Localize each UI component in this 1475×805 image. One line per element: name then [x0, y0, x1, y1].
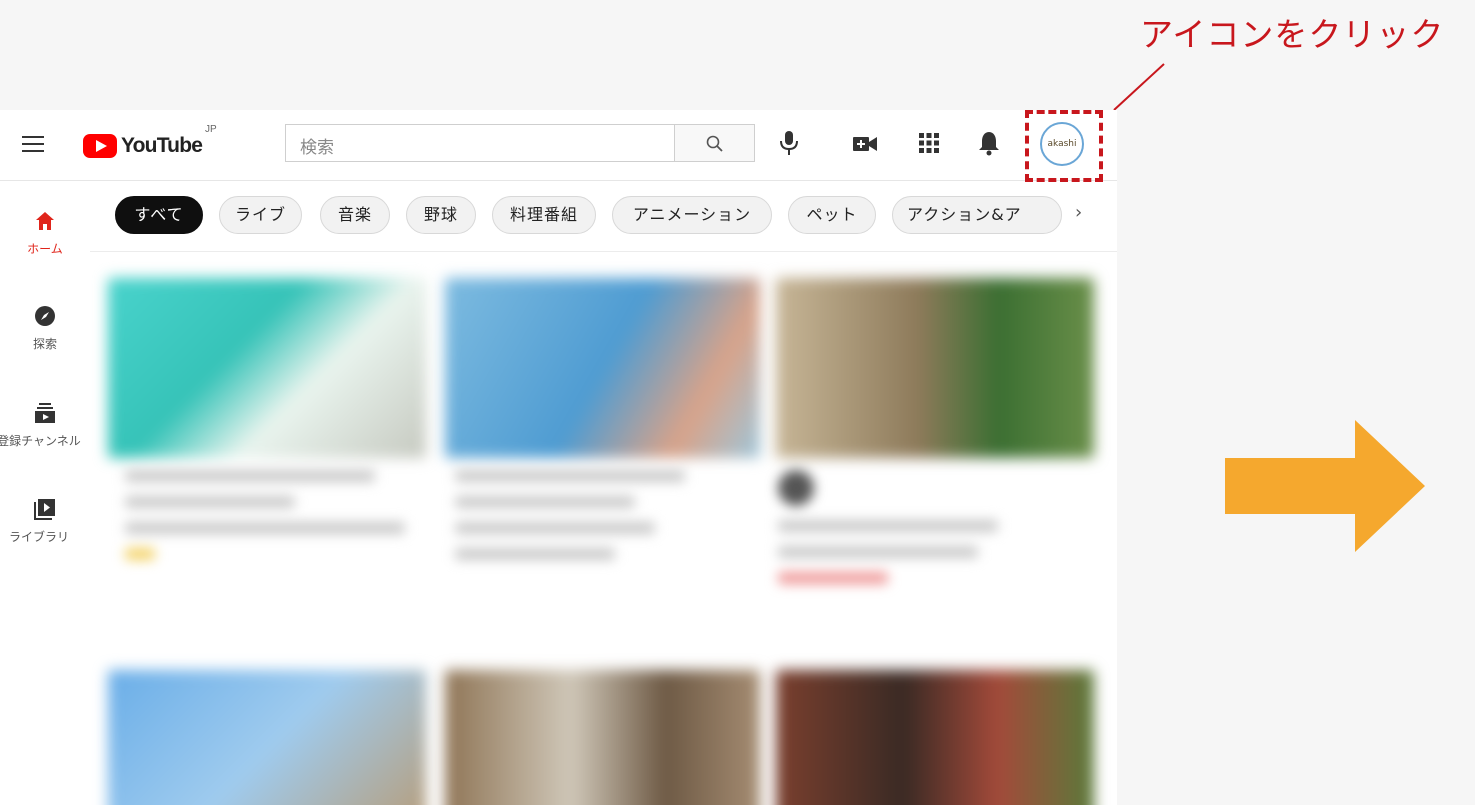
video-thumbnail[interactable] — [776, 670, 1094, 805]
chip-music[interactable]: 音楽 — [320, 196, 390, 234]
video-metadata-blurred — [455, 470, 745, 574]
sidebar-item-explore[interactable]: 探索 — [0, 305, 90, 352]
chip-action[interactable]: アクション&ア — [892, 196, 1062, 234]
chip-baseball[interactable]: 野球 — [406, 196, 476, 234]
sidebar-item-library[interactable]: ライブラリ — [0, 498, 90, 545]
sidebar: ホーム 探索 登録チャンネル ライブラリ — [0, 180, 90, 805]
sidebar-item-label: ライブラリ — [8, 530, 69, 544]
logo-country-code: JP — [205, 124, 217, 135]
sidebar-item-home[interactable]: ホーム — [0, 210, 90, 257]
youtube-logo[interactable]: YouTube — [83, 132, 203, 160]
subscriptions-icon — [35, 403, 55, 423]
video-thumbnail[interactable] — [108, 670, 426, 805]
sidebar-item-label: 登録チャンネル — [0, 434, 81, 448]
microphone-icon[interactable] — [778, 130, 800, 156]
chip-all[interactable]: すべて — [115, 196, 203, 234]
chip-pets[interactable]: ペット — [788, 196, 876, 234]
masthead: YouTube JP 検索 akashi — [0, 110, 1117, 182]
sidebar-item-label: 探索 — [32, 337, 57, 351]
home-icon — [36, 212, 54, 230]
video-thumbnail[interactable] — [445, 670, 760, 805]
annotation-click-icon-label: アイコンをクリック — [1140, 15, 1445, 54]
video-thumbnail[interactable] — [445, 278, 760, 458]
chip-animation[interactable]: アニメーション — [612, 196, 772, 234]
annotation-pointer-line — [1113, 63, 1165, 111]
arrow-right-icon — [1225, 420, 1425, 552]
avatar-highlight-box — [1025, 110, 1103, 182]
search-button[interactable] — [675, 124, 755, 162]
create-video-icon[interactable] — [852, 134, 878, 154]
sidebar-item-label: ホーム — [27, 242, 63, 256]
notifications-bell-icon[interactable] — [978, 130, 1000, 156]
search-icon — [706, 135, 723, 152]
sidebar-item-subscriptions[interactable]: 登録チャンネル — [0, 402, 90, 449]
youtube-window: YouTube JP 検索 akashi ホーム 探索 登録チャンネル ライブラ… — [0, 110, 1117, 805]
hamburger-menu-icon[interactable] — [22, 136, 44, 152]
apps-grid-icon[interactable] — [918, 132, 940, 154]
search-input[interactable]: 検索 — [285, 124, 675, 162]
chip-live[interactable]: ライブ — [219, 196, 302, 234]
video-thumbnail[interactable] — [776, 278, 1094, 458]
library-icon — [34, 499, 55, 520]
video-metadata-blurred — [125, 470, 415, 574]
youtube-play-logo-icon — [83, 134, 117, 158]
video-metadata-blurred — [778, 470, 1078, 598]
logo-text: YouTube — [121, 134, 203, 157]
chips-divider — [90, 251, 1117, 252]
category-chips-bar: すべて ライブ 音楽 野球 料理番組 アニメーション ペット アクション&ア — [112, 196, 1102, 236]
chip-scroll-right-icon[interactable]: › — [1075, 202, 1082, 223]
chip-cooking[interactable]: 料理番組 — [492, 196, 596, 234]
video-thumbnail[interactable] — [108, 278, 426, 458]
compass-icon — [35, 306, 55, 326]
